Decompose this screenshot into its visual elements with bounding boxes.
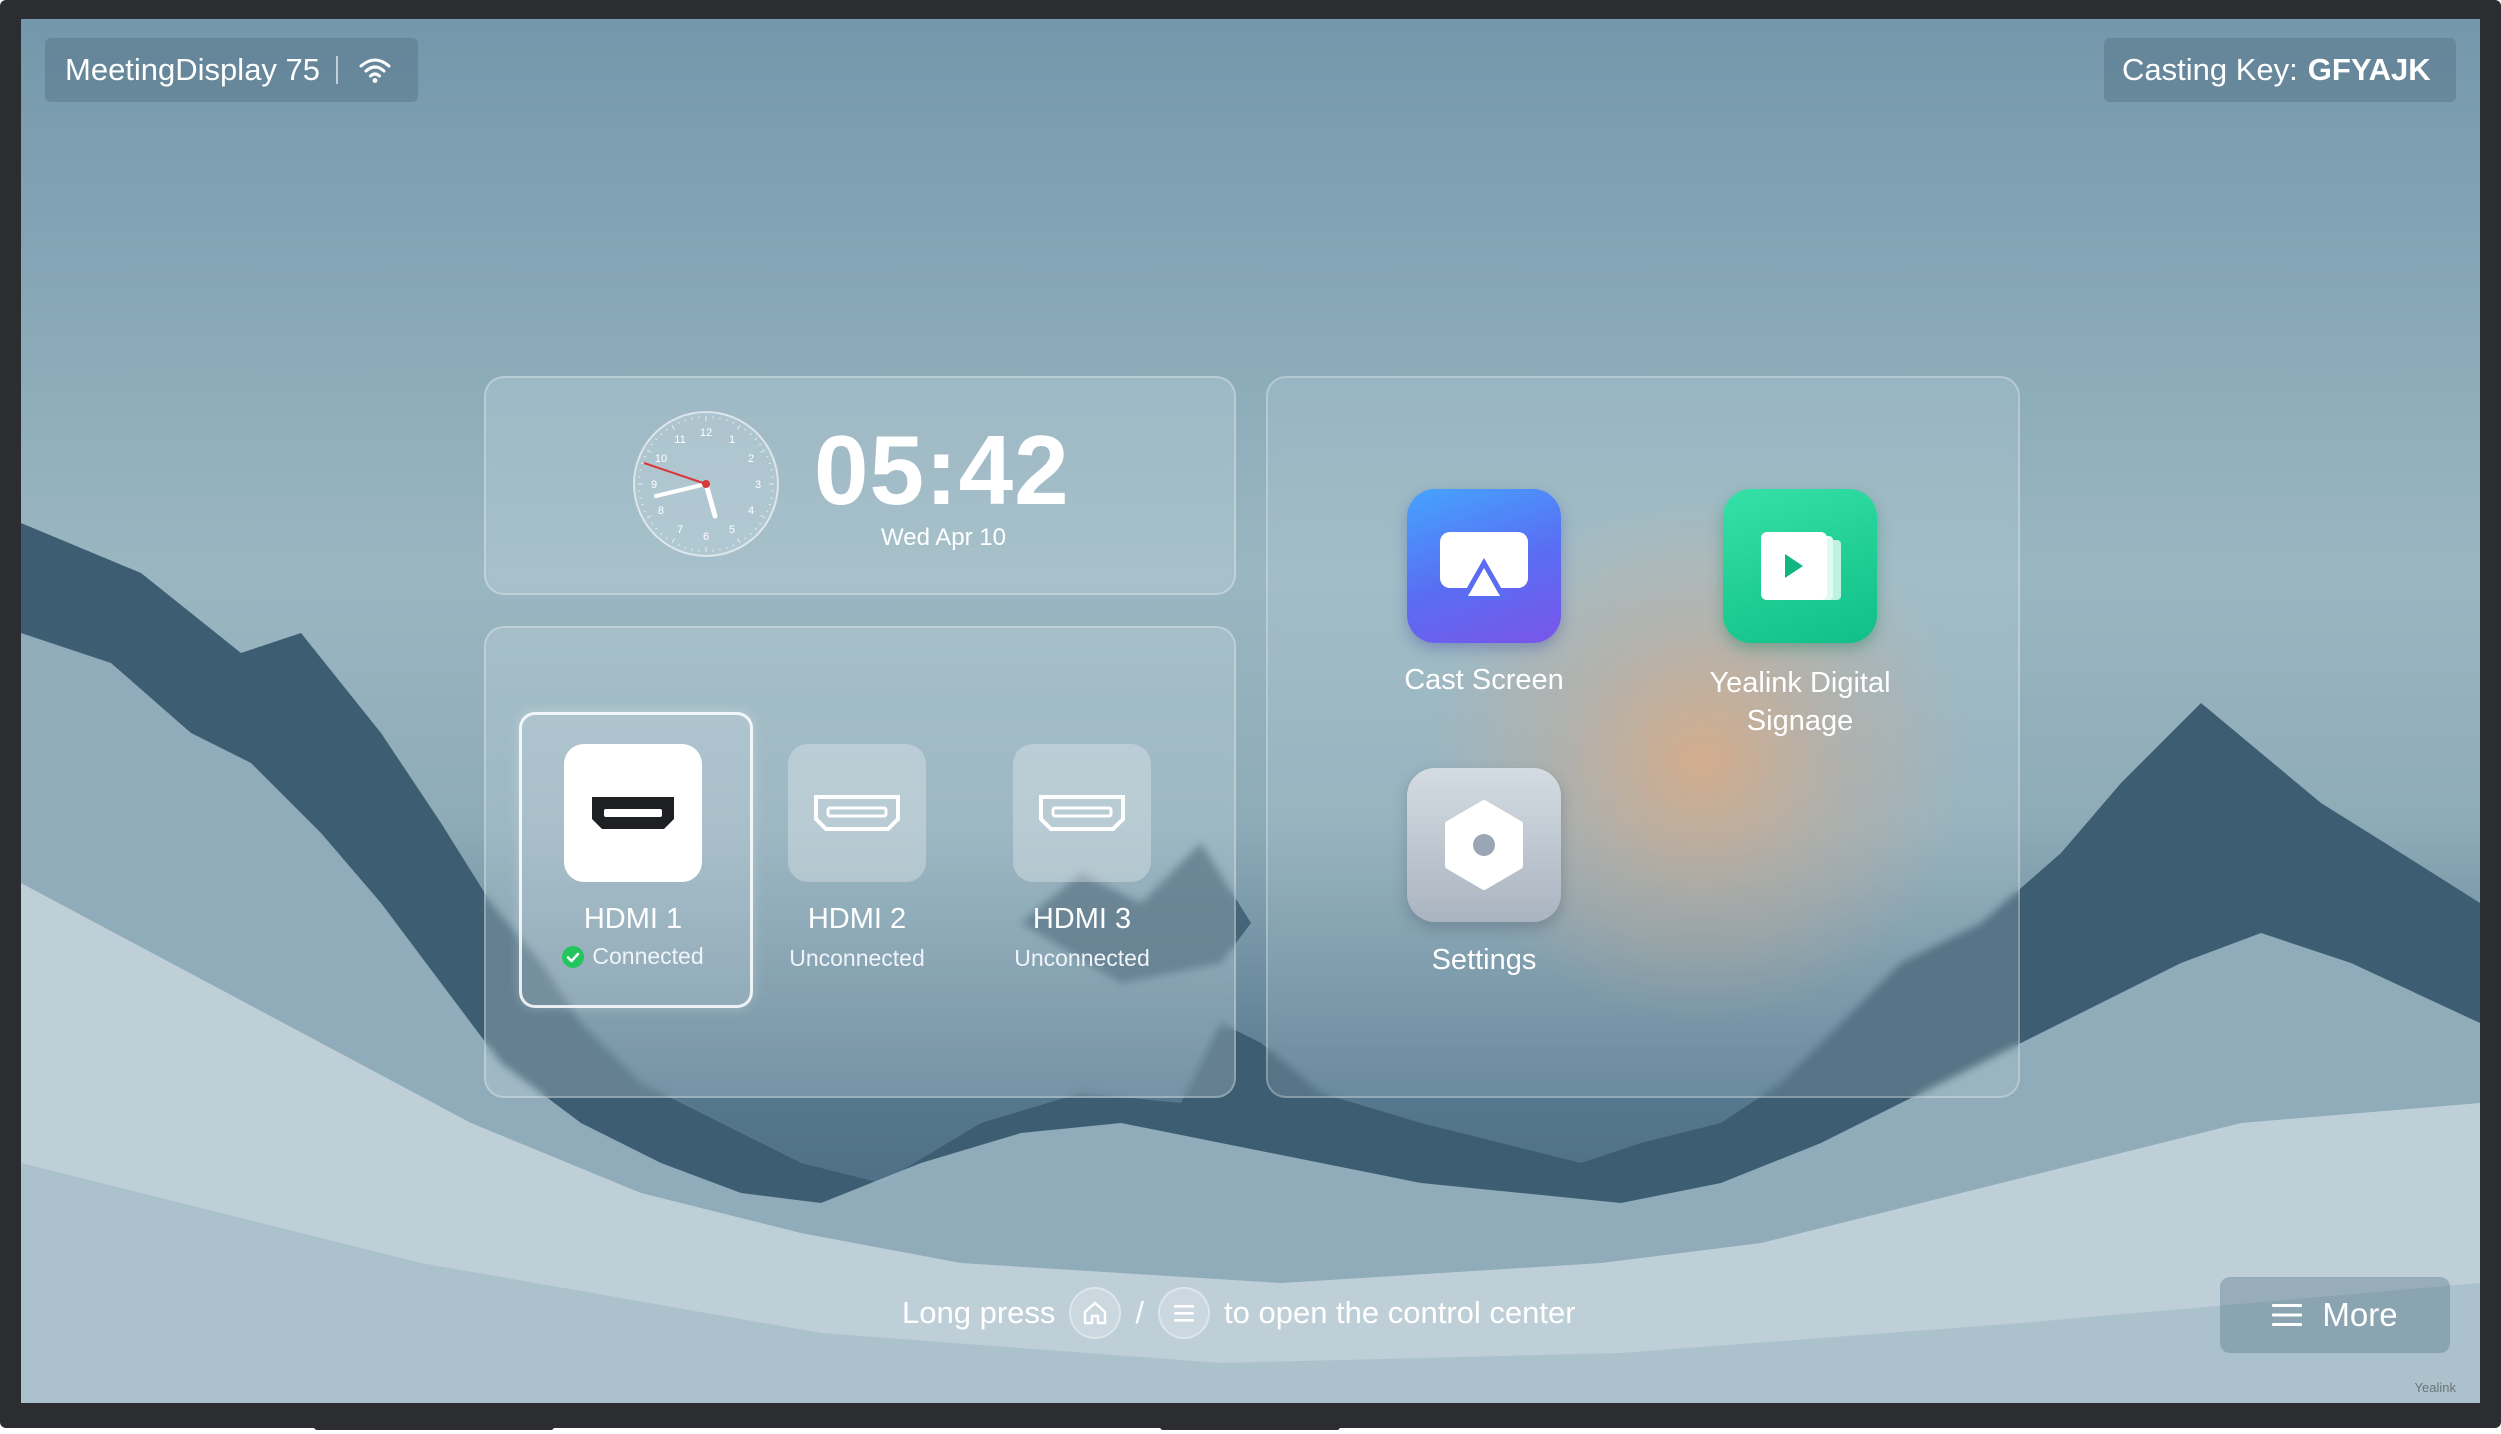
dial-number: 7	[677, 524, 683, 536]
cast-screen-label: Cast Screen	[1404, 664, 1564, 696]
hint-suffix: to open the control center	[1224, 1295, 1576, 1330]
cast-screen-icon	[1436, 528, 1532, 604]
dial-number: 1	[729, 434, 735, 446]
stand-foot-center	[1160, 1424, 1340, 1430]
home-screen: MeetingDisplay 75 Casting Key: GFYAJK 12…	[21, 19, 2480, 1403]
dial-number: 10	[655, 453, 667, 465]
wifi-icon	[358, 56, 392, 84]
digital-signage-label-line1: Yealink Digital	[1709, 667, 1891, 699]
control-center-hint: Long press / to open the control center	[902, 1287, 1576, 1339]
menu-icon	[1158, 1287, 1211, 1339]
hint-separator: /	[1135, 1295, 1145, 1330]
hdmi-icon	[588, 791, 678, 835]
casting-key-label: Casting Key:	[2122, 52, 2298, 87]
dial-number: 3	[755, 479, 761, 491]
mountain-background	[21, 523, 2480, 1403]
hdmi-2-tile[interactable]	[788, 744, 926, 882]
dial-number: 11	[674, 434, 685, 446]
stand-foot-left	[314, 1424, 554, 1430]
brand-logo: Yealink	[2414, 1380, 2456, 1395]
dial-number: 4	[748, 505, 754, 517]
divider	[336, 56, 339, 84]
check-circle-icon	[562, 945, 585, 968]
dial-number: 6	[703, 531, 709, 543]
more-button[interactable]: More	[2220, 1277, 2450, 1353]
digital-signage-label-line2: Signage	[1746, 705, 1854, 737]
video-stack-icon	[1745, 526, 1855, 606]
settings-app[interactable]	[1407, 768, 1561, 922]
hdmi-2-name: HDMI 2	[807, 903, 907, 935]
digital-signage-label: Yealink Digital Signage	[1670, 664, 1930, 740]
hdmi-1-status-text: Connected	[592, 943, 704, 969]
device-name-chip: MeetingDisplay 75	[45, 38, 418, 102]
digital-time: 05:42	[814, 415, 1070, 525]
dial-number: 9	[651, 479, 657, 491]
settings-label: Settings	[1431, 944, 1537, 976]
hdmi-1-name: HDMI 1	[583, 903, 683, 935]
digital-signage-app[interactable]	[1723, 489, 1877, 643]
hint-prefix: Long press	[902, 1295, 1056, 1330]
device-name: MeetingDisplay 75	[65, 52, 321, 87]
hdmi-1-tile[interactable]	[564, 744, 702, 882]
clock-date: Wed Apr 10	[881, 524, 1006, 551]
analog-clock: 12 1 2 3 4 5 6 7 8 9 10 11	[632, 410, 780, 558]
gear-icon	[1434, 795, 1534, 895]
home-icon	[1069, 1287, 1122, 1339]
hdmi-icon	[1037, 791, 1127, 835]
more-label: More	[2322, 1296, 2398, 1333]
hdmi-2-status: Unconnected	[789, 945, 925, 971]
menu-icon	[2272, 1302, 2303, 1328]
casting-key-chip: Casting Key: GFYAJK	[2104, 38, 2456, 102]
dial-number: 5	[729, 524, 735, 536]
hdmi-3-status: Unconnected	[1014, 945, 1150, 971]
hdmi-icon	[812, 791, 902, 835]
dial-number: 12	[700, 427, 712, 439]
cast-screen-app[interactable]	[1407, 489, 1561, 643]
hdmi-3-tile[interactable]	[1013, 744, 1151, 882]
hdmi-1-status: Connected	[519, 943, 747, 970]
hdmi-3-name: HDMI 3	[1032, 903, 1132, 935]
dial-number: 8	[658, 505, 664, 517]
dial-number: 2	[748, 453, 754, 465]
casting-key-value: GFYAJK	[2307, 52, 2431, 87]
